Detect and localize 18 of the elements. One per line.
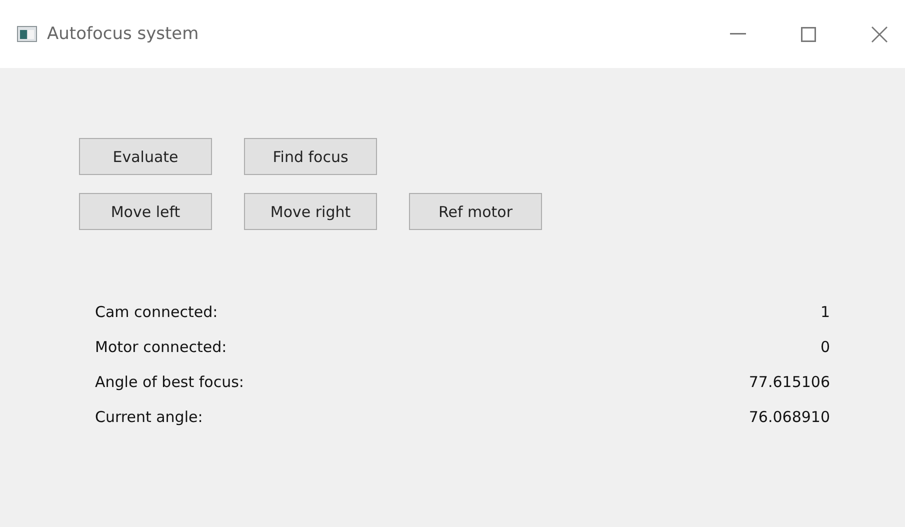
action-button[interactable]: Move right xyxy=(244,193,377,230)
maximize-icon[interactable] xyxy=(801,26,816,42)
action-button[interactable]: Ref motor xyxy=(409,193,542,230)
action-button[interactable]: Find focus xyxy=(244,138,377,175)
action-button[interactable]: Evaluate xyxy=(79,138,212,175)
app-icon xyxy=(17,26,37,42)
readout-label: Angle of best focus: xyxy=(95,373,244,391)
readout-value: 77.615106 xyxy=(748,373,830,391)
window-title: Autofocus system xyxy=(47,24,199,44)
readout-value: 76.068910 xyxy=(748,408,830,426)
readout-label: Current angle: xyxy=(95,408,203,426)
readout-label: Cam connected: xyxy=(95,303,218,321)
minimize-icon[interactable] xyxy=(730,33,746,35)
readout-value: 1 xyxy=(820,303,830,321)
readout-label: Motor connected: xyxy=(95,338,227,356)
close-icon[interactable] xyxy=(871,26,888,42)
action-button[interactable]: Move left xyxy=(79,193,212,230)
readout-value: 0 xyxy=(820,338,830,356)
